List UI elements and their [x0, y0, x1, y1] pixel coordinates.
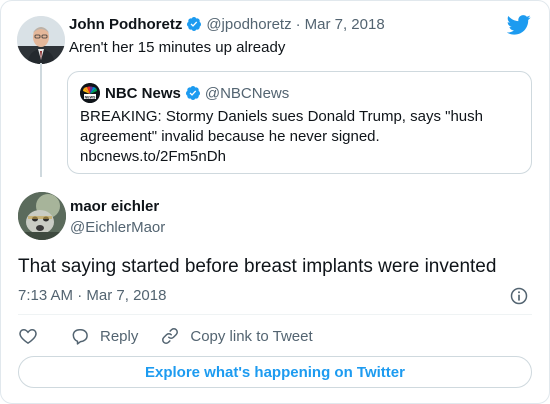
- reply-label[interactable]: Reply: [100, 328, 138, 345]
- tweet-date[interactable]: Mar 7, 2018: [86, 287, 166, 304]
- quoted-tweet-link[interactable]: nbcnews.to/2Fm5nDh: [80, 148, 226, 165]
- tweet-time[interactable]: 7:13 AM: [18, 287, 73, 304]
- verified-badge-icon: [187, 17, 202, 31]
- parent-date[interactable]: Mar 7, 2018: [305, 16, 385, 33]
- heart-icon: [19, 328, 37, 344]
- info-icon[interactable]: [509, 286, 529, 306]
- divider: [18, 314, 532, 315]
- like-button[interactable]: [18, 326, 38, 346]
- avatar-maor-eichler[interactable]: [18, 192, 66, 240]
- explore-twitter-button[interactable]: Explore what's happening on Twitter: [18, 356, 532, 388]
- avatar-john-podhoretz[interactable]: [17, 16, 65, 64]
- main-handle[interactable]: @EichlerMaor: [70, 219, 165, 236]
- parent-tweet-body: John Podhoretz @jpodhoretz · Mar 7, 2018…: [69, 11, 539, 58]
- meta-separator: ·: [77, 287, 83, 304]
- svg-text:NEWS: NEWS: [85, 95, 96, 99]
- parent-tweet-header: John Podhoretz @jpodhoretz · Mar 7, 2018: [69, 11, 539, 37]
- reply-icon: [72, 329, 88, 345]
- copy-link-button[interactable]: Copy link to Tweet: [160, 326, 313, 346]
- header-separator: ·: [295, 15, 301, 33]
- copy-link-label[interactable]: Copy link to Tweet: [190, 328, 312, 345]
- quoted-tweet[interactable]: NEWS NBC News @NBCNews BREAKING: Stormy …: [67, 71, 532, 174]
- parent-handle[interactable]: @jpodhoretz: [206, 16, 291, 33]
- link-icon: [162, 328, 179, 344]
- parent-author-name[interactable]: John Podhoretz: [69, 16, 182, 33]
- tweet-actions: Reply Copy link to Tweet: [18, 324, 313, 348]
- main-author-name[interactable]: maor eichler: [70, 198, 159, 215]
- tweet-embed-card: John Podhoretz @jpodhoretz · Mar 7, 2018…: [0, 0, 550, 404]
- quoted-tweet-header: NEWS NBC News @NBCNews: [80, 82, 519, 104]
- verified-badge-icon: [185, 86, 200, 100]
- quoted-tweet-body: BREAKING: Stormy Daniels sues Donald Tru…: [80, 108, 483, 145]
- quoted-tweet-text: BREAKING: Stormy Daniels sues Donald Tru…: [80, 107, 519, 167]
- main-tweet-text: That saying started before breast implan…: [18, 256, 497, 277]
- nbc-peacock-logo: NEWS: [80, 83, 100, 103]
- reply-button[interactable]: Reply: [70, 326, 138, 346]
- thread-connector-line: [40, 63, 42, 177]
- parent-tweet-text: Aren't her 15 minutes up already: [69, 39, 286, 56]
- quoted-author-name[interactable]: NBC News: [105, 85, 181, 102]
- main-tweet-timestamp[interactable]: 7:13 AM · Mar 7, 2018: [18, 287, 166, 304]
- quoted-handle[interactable]: @NBCNews: [205, 85, 289, 102]
